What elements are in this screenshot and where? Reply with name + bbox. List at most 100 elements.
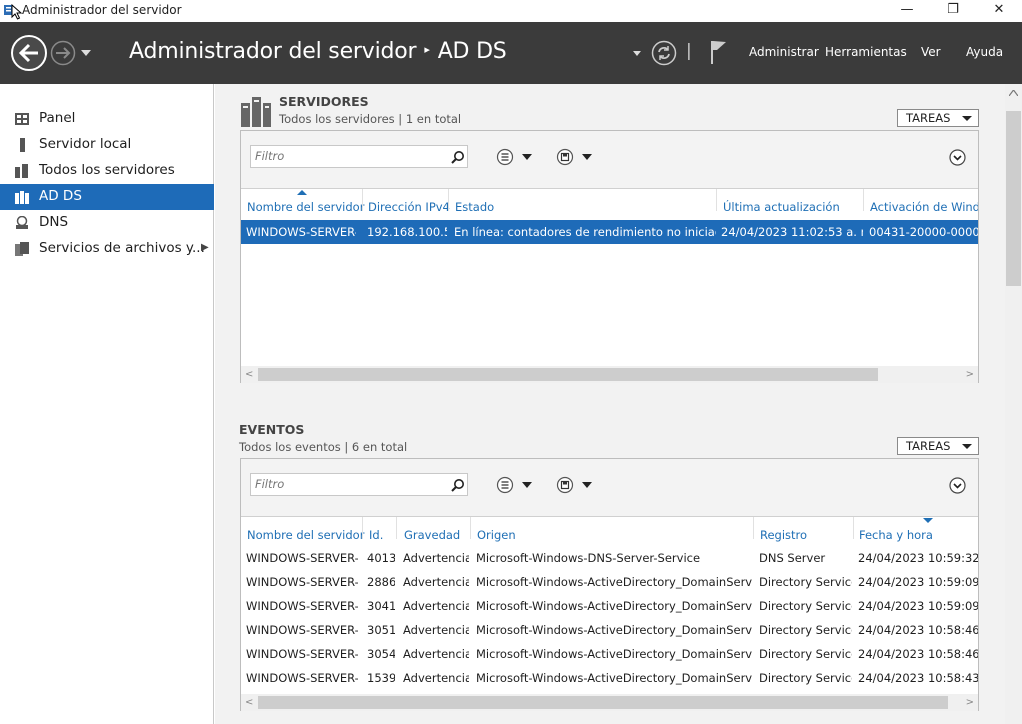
scroll-right-icon[interactable]: > bbox=[966, 697, 974, 708]
table-row[interactable]: WINDOWS-SERVER- 4013 Advertencia Microsoft-… bbox=[241, 551, 978, 573]
refresh-dropdown-icon[interactable] bbox=[633, 51, 641, 56]
menu-ver[interactable]: Ver bbox=[921, 45, 941, 59]
sidebar-item-label: Servidor local bbox=[39, 136, 132, 152]
ad-ds-icon bbox=[15, 191, 29, 204]
menu-administrar[interactable]: Administrar bbox=[749, 45, 819, 59]
collapse-toggle-icon[interactable] bbox=[949, 149, 966, 166]
scroll-left-icon[interactable]: < bbox=[245, 369, 253, 380]
sidebar-item-local-server[interactable]: Servidor local bbox=[0, 132, 214, 158]
history-dropdown-icon[interactable] bbox=[81, 50, 91, 56]
cell-log: Directory Service bbox=[759, 575, 852, 589]
breadcrumb-current: AD DS bbox=[437, 39, 507, 64]
cell-severity: Advertencia bbox=[403, 647, 469, 661]
menu-ayuda[interactable]: Ayuda bbox=[966, 45, 1003, 59]
table-row[interactable]: WINDOWS-SERVER- 192.168.100.5 En línea: … bbox=[241, 220, 978, 244]
save-query-icon[interactable] bbox=[556, 476, 596, 494]
cell-id: 3041 bbox=[367, 599, 395, 613]
col-id[interactable]: Id. bbox=[369, 528, 383, 542]
scrollbar-thumb[interactable] bbox=[258, 368, 878, 381]
maximize-button[interactable]: ❐ bbox=[930, 0, 976, 22]
cell-severity: Advertencia bbox=[403, 599, 469, 613]
servers-table-header: Nombre del servidor Dirección IPv4 Estad… bbox=[241, 189, 978, 217]
table-row[interactable]: WINDOWS-SERVER- 3054 Advertencia Microsoft-… bbox=[241, 647, 978, 669]
col-windows-activation[interactable]: Activación de Windows bbox=[870, 200, 978, 214]
events-table-header: Nombre del servidor Id. Gravedad Origen … bbox=[241, 517, 978, 545]
servers-tasks-button[interactable]: TAREAS bbox=[897, 109, 979, 127]
back-arrow-icon[interactable] bbox=[10, 34, 48, 72]
scrollbar-thumb[interactable] bbox=[258, 696, 948, 709]
scroll-left-icon[interactable]: < bbox=[245, 697, 253, 708]
sidebar-item-dns[interactable]: DNS bbox=[0, 210, 214, 236]
cell-last-update: 24/04/2023 11:02:53 a. m. bbox=[721, 225, 863, 239]
column-divider bbox=[362, 189, 363, 211]
cell-ipv4: 192.168.100.5 bbox=[367, 225, 447, 239]
col-date-time[interactable]: Fecha y hora bbox=[859, 528, 933, 542]
col-ipv4[interactable]: Dirección IPv4 bbox=[368, 200, 450, 214]
cell-server-name: WINDOWS-SERVER- bbox=[246, 225, 356, 239]
events-subtitle: Todos los eventos | 6 en total bbox=[239, 440, 408, 454]
col-source[interactable]: Origen bbox=[477, 528, 516, 542]
sidebar-item-file-services[interactable]: Servicios de archivos y... ▶ bbox=[0, 236, 214, 262]
close-button[interactable]: ✕ bbox=[976, 0, 1022, 22]
cell-source: Microsoft-Windows-ActiveDirectory_Domain… bbox=[476, 575, 752, 589]
menu-herramientas[interactable]: Herramientas bbox=[825, 45, 907, 59]
save-query-icon[interactable] bbox=[556, 148, 596, 166]
cell-source: Microsoft-Windows-ActiveDirectory_Domain… bbox=[476, 599, 752, 613]
servers-subtitle: Todos los servidores | 1 en total bbox=[279, 112, 462, 126]
breadcrumb-root[interactable]: Administrador del servidor bbox=[129, 39, 417, 64]
cell-log: DNS Server bbox=[759, 551, 826, 565]
column-divider bbox=[448, 189, 449, 211]
column-divider bbox=[362, 517, 363, 539]
events-tasks-button[interactable]: TAREAS bbox=[897, 437, 979, 455]
main-vertical-scrollbar[interactable] bbox=[1005, 84, 1022, 724]
cell-id: 3054 bbox=[367, 647, 395, 661]
chevron-down-icon bbox=[962, 444, 972, 449]
collapse-toggle-icon[interactable] bbox=[949, 477, 966, 494]
col-log[interactable]: Registro bbox=[760, 528, 807, 542]
cell-server-name: WINDOWS-SERVER- bbox=[246, 623, 358, 637]
table-row[interactable]: WINDOWS-SERVER- 3041 Advertencia Microsoft-… bbox=[241, 599, 978, 621]
cell-server-name: WINDOWS-SERVER- bbox=[246, 575, 358, 589]
scrollbar-thumb[interactable] bbox=[1006, 111, 1021, 286]
filter-options-list-icon[interactable] bbox=[496, 148, 536, 166]
table-row[interactable]: WINDOWS-SERVER- 1539 Advertencia Microsoft-… bbox=[241, 671, 978, 693]
col-server-name[interactable]: Nombre del servidor bbox=[247, 528, 364, 542]
cell-log: Directory Service bbox=[759, 671, 852, 685]
table-row[interactable]: WINDOWS-SERVER- 3051 Advertencia Microsoft-… bbox=[241, 623, 978, 645]
col-severity[interactable]: Gravedad bbox=[404, 528, 460, 542]
sidebar-item-panel[interactable]: Panel bbox=[0, 106, 214, 132]
breadcrumb-separator-icon: ▸ bbox=[424, 42, 430, 56]
filter-options-list-icon[interactable] bbox=[496, 476, 536, 494]
refresh-icon[interactable] bbox=[651, 40, 677, 66]
events-horizontal-scrollbar[interactable]: < > bbox=[241, 694, 978, 711]
servers-toolbar bbox=[241, 131, 978, 189]
sidebar-item-ad-ds[interactable]: AD DS bbox=[0, 184, 214, 210]
cell-date-time: 24/04/2023 10:59:32 a. m. bbox=[858, 551, 978, 565]
expand-arrow-icon[interactable]: ▶ bbox=[201, 242, 209, 253]
col-status[interactable]: Estado bbox=[455, 200, 494, 214]
sidebar-item-all-servers[interactable]: Todos los servidores bbox=[0, 158, 214, 184]
scroll-right-icon[interactable]: > bbox=[966, 369, 974, 380]
sidebar: Panel Servidor local Todos los servidore… bbox=[0, 84, 214, 724]
servers-filter-input[interactable] bbox=[255, 146, 445, 166]
search-icon[interactable] bbox=[451, 150, 465, 164]
minimize-button[interactable]: — bbox=[884, 0, 930, 22]
search-icon[interactable] bbox=[451, 478, 465, 492]
events-filter-input[interactable] bbox=[255, 474, 445, 494]
table-row[interactable]: WINDOWS-SERVER- 2886 Advertencia Microsoft-… bbox=[241, 575, 978, 597]
main-content: SERVIDORES Todos los servidores | 1 en t… bbox=[215, 84, 1022, 724]
col-server-name[interactable]: Nombre del servidor bbox=[247, 200, 364, 214]
scroll-up-icon[interactable] bbox=[1009, 90, 1018, 96]
servers-horizontal-scrollbar[interactable]: < > bbox=[241, 366, 978, 383]
cell-log: Directory Service bbox=[759, 623, 852, 637]
notifications-flag-icon[interactable] bbox=[709, 39, 729, 65]
cell-server-name: WINDOWS-SERVER- bbox=[246, 671, 358, 685]
forward-arrow-icon[interactable] bbox=[50, 40, 76, 66]
cell-date-time: 24/04/2023 10:58:46 a. m. bbox=[858, 623, 978, 637]
cell-severity: Advertencia bbox=[403, 623, 469, 637]
dns-icon bbox=[16, 216, 28, 229]
col-last-update[interactable]: Última actualización bbox=[723, 200, 840, 214]
cell-id: 3051 bbox=[367, 623, 395, 637]
cell-date-time: 24/04/2023 10:58:46 a. m. bbox=[858, 647, 978, 661]
cell-severity: Advertencia bbox=[403, 671, 469, 685]
